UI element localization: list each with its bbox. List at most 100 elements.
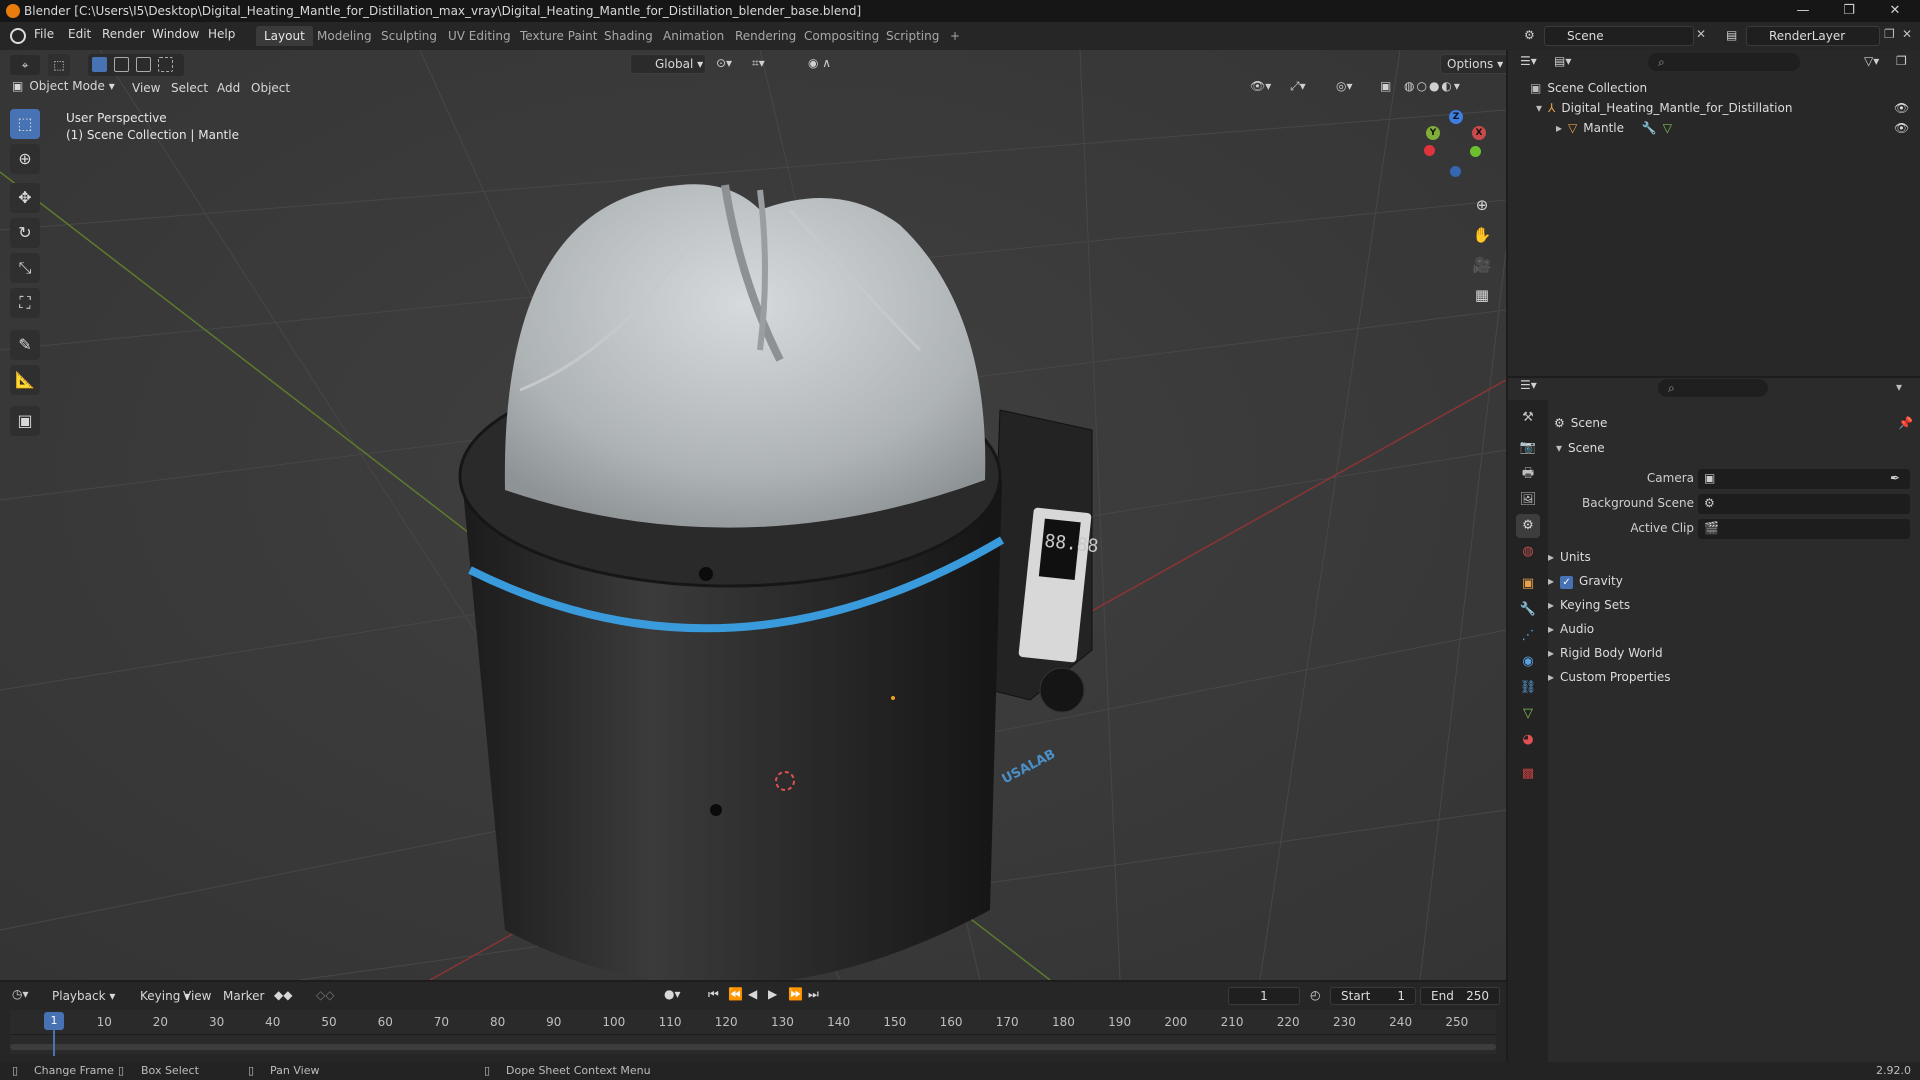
constraints-tab-icon[interactable]: ⛓ bbox=[1516, 676, 1540, 700]
gravity-panel[interactable]: ▸ ✓ Gravity bbox=[1548, 570, 1910, 592]
gizmo-neg-x-icon[interactable] bbox=[1424, 145, 1435, 156]
add-cube-tool-icon[interactable]: ▣ bbox=[10, 406, 40, 436]
tree-row-heating-mantle[interactable]: ▾ ⅄ Digital_Heating_Mantle_for_Distillatio… bbox=[1508, 98, 1920, 118]
maximize-button[interactable]: ❐ bbox=[1826, 0, 1872, 22]
timeline-menu-marker[interactable]: Marker bbox=[223, 989, 264, 1003]
menu-help[interactable]: Help bbox=[208, 27, 235, 41]
start-frame-field[interactable]: Start 1 bbox=[1330, 987, 1416, 1005]
3d-viewport[interactable]: 88.88 USALAB ⌖ ⬚ Global ▾ ⊙▾ ⌗▾ ◉ ∧ Opti… bbox=[0, 50, 1506, 980]
camera-view-icon[interactable]: 🎥 bbox=[1469, 252, 1495, 278]
tree-row-scene-collection[interactable]: ▣ Scene Collection bbox=[1508, 78, 1920, 98]
properties-search-icon[interactable]: ⌕ bbox=[1658, 379, 1768, 397]
end-frame-field[interactable]: End 250 bbox=[1420, 987, 1500, 1005]
tool-tab-icon[interactable]: ⚒ bbox=[1516, 406, 1540, 430]
new-collection-icon[interactable]: ❐ bbox=[1896, 54, 1907, 68]
object-tab-icon[interactable]: ▣ bbox=[1516, 572, 1540, 596]
tab-shading[interactable]: Shading bbox=[596, 26, 661, 46]
jump-start-icon[interactable]: ⏮ bbox=[708, 987, 719, 1002]
record-icon[interactable]: ●▾ bbox=[664, 987, 681, 1001]
next-keyframe-icon[interactable]: ⏩ bbox=[788, 987, 803, 1001]
tab-uv-editing[interactable]: UV Editing bbox=[440, 26, 519, 46]
gizmo-z-icon[interactable]: Z bbox=[1449, 110, 1463, 124]
visibility-eye-icon[interactable]: 👁 bbox=[1894, 98, 1909, 118]
audio-panel[interactable]: ▸ Audio bbox=[1548, 618, 1910, 640]
scene-close-icon[interactable]: ✕ bbox=[1696, 27, 1706, 41]
scale-tool-icon[interactable]: ⤡ bbox=[10, 253, 40, 283]
keyframe-nav-icon[interactable]: ◆◆ bbox=[274, 988, 292, 1002]
texture-tab-icon[interactable]: ▩ bbox=[1516, 762, 1540, 786]
extend-selection-icon[interactable] bbox=[114, 57, 129, 72]
timeline-scrollbar[interactable] bbox=[10, 1044, 1496, 1050]
zoom-icon[interactable]: ⊕ bbox=[1469, 192, 1495, 218]
measure-tool-icon[interactable]: 📐 bbox=[10, 365, 40, 395]
tab-layout[interactable]: Layout bbox=[256, 26, 313, 46]
properties-options-icon[interactable]: ▾ bbox=[1896, 380, 1902, 394]
viewport-menu-add[interactable]: Add bbox=[217, 81, 240, 95]
custom-properties-panel[interactable]: ▸ Custom Properties bbox=[1548, 666, 1910, 688]
timeline-menu-view[interactable]: View bbox=[183, 989, 211, 1003]
navigation-gizmo[interactable]: Z Y X bbox=[1420, 110, 1490, 180]
gizmo-neg-z-icon[interactable] bbox=[1450, 166, 1461, 177]
pivot-point-icon[interactable]: ⊙▾ bbox=[716, 56, 732, 70]
menu-render[interactable]: Render bbox=[102, 27, 145, 41]
physics-tab-icon[interactable]: ◉ bbox=[1516, 650, 1540, 674]
play-icon[interactable]: ▶ bbox=[768, 987, 777, 1001]
editor-type-icon[interactable]: ⌖ bbox=[10, 55, 40, 75]
eyedropper-icon[interactable]: ✒ bbox=[1890, 471, 1900, 485]
viewport-menu-object[interactable]: Object bbox=[251, 81, 290, 95]
add-workspace-button[interactable]: + bbox=[942, 26, 968, 46]
jump-end-icon[interactable]: ⏭ bbox=[808, 987, 819, 1002]
invert-selection-icon[interactable] bbox=[158, 57, 173, 72]
snap-icon[interactable]: ⌗▾ bbox=[752, 56, 765, 71]
set-selection-icon[interactable] bbox=[92, 57, 107, 72]
active-clip-field[interactable]: 🎬 bbox=[1698, 519, 1910, 539]
gizmo-y-icon[interactable]: Y bbox=[1426, 126, 1440, 140]
gizmo-neg-y-icon[interactable] bbox=[1470, 146, 1481, 157]
tree-row-mantle[interactable]: ▸ ▽ Mantle 🔧 ▽ 👁 bbox=[1508, 118, 1920, 138]
timeline-ruler[interactable]: 1102030405060708090100110120130140150160… bbox=[10, 1010, 1496, 1054]
viewport-menu-select[interactable]: Select bbox=[171, 81, 208, 95]
shading-mode-icon[interactable]: ◍○●◐▾ bbox=[1404, 79, 1462, 93]
tab-animation[interactable]: Animation bbox=[655, 26, 732, 46]
menu-file[interactable]: File bbox=[34, 27, 54, 41]
gravity-checkbox[interactable]: ✓ bbox=[1560, 576, 1574, 589]
menu-edit[interactable]: Edit bbox=[68, 27, 91, 41]
subtract-selection-icon[interactable] bbox=[136, 57, 151, 72]
render-layer-selector[interactable]: RenderLayer bbox=[1746, 26, 1880, 46]
world-tab-icon[interactable]: ◍ bbox=[1516, 540, 1540, 564]
tab-sculpting[interactable]: Sculpting bbox=[373, 26, 445, 46]
outliner-search-icon[interactable]: ⌕ bbox=[1648, 53, 1800, 71]
mode-dropdown[interactable]: ▣ Object Mode ▾ bbox=[12, 79, 120, 97]
modifier-wrench-icon[interactable]: 🔧 bbox=[1642, 121, 1657, 135]
display-mode-icon[interactable]: ▤▾ bbox=[1554, 54, 1571, 68]
overlay-toggle-icon[interactable]: ◎▾ bbox=[1336, 79, 1353, 93]
xray-toggle-icon[interactable]: ▣ bbox=[1380, 79, 1391, 93]
transform-orientation-dropdown[interactable]: Global ▾ bbox=[630, 54, 706, 74]
render-layer-new-icon[interactable]: ❐ bbox=[1884, 27, 1895, 41]
proportional-editing-icon[interactable]: ◉ ∧ bbox=[808, 56, 831, 70]
minimize-button[interactable]: — bbox=[1780, 0, 1826, 22]
current-frame-field[interactable]: 1 bbox=[1228, 987, 1300, 1005]
timeline-editor-type-icon[interactable]: ◷▾ bbox=[12, 987, 29, 1001]
particles-tab-icon[interactable]: ⋰ bbox=[1516, 624, 1540, 648]
units-panel[interactable]: ▸ Units bbox=[1548, 546, 1910, 568]
tab-scripting[interactable]: Scripting bbox=[878, 26, 947, 46]
blender-menu-icon[interactable] bbox=[10, 28, 26, 44]
keying-sets-panel[interactable]: ▸ Keying Sets bbox=[1548, 594, 1910, 616]
gizmo-x-icon[interactable]: X bbox=[1472, 126, 1486, 140]
visibility-eye-icon[interactable]: 👁 bbox=[1894, 118, 1909, 138]
tab-compositing[interactable]: Compositing bbox=[796, 26, 887, 46]
selection-mode-buttons[interactable] bbox=[88, 54, 184, 76]
render-layer-close-icon[interactable]: ✕ bbox=[1902, 27, 1912, 41]
timeline-menu-playback[interactable]: Playback ▾ bbox=[52, 989, 115, 1003]
menu-window[interactable]: Window bbox=[152, 27, 199, 41]
prev-keyframe-icon[interactable]: ⏪ bbox=[728, 987, 743, 1001]
close-button[interactable]: ✕ bbox=[1872, 0, 1918, 22]
annotate-tool-icon[interactable]: ✎ bbox=[10, 330, 40, 360]
visibility-icon[interactable]: 👁▾ bbox=[1250, 79, 1271, 93]
scene-panel-header[interactable]: ▾ Scene bbox=[1556, 437, 1912, 459]
camera-field[interactable]: ▣ ✒ bbox=[1698, 469, 1910, 489]
options-dropdown[interactable]: Options ▾ bbox=[1440, 54, 1506, 74]
tab-modeling[interactable]: Modeling bbox=[309, 26, 380, 46]
playhead[interactable]: 1 bbox=[44, 1012, 64, 1030]
